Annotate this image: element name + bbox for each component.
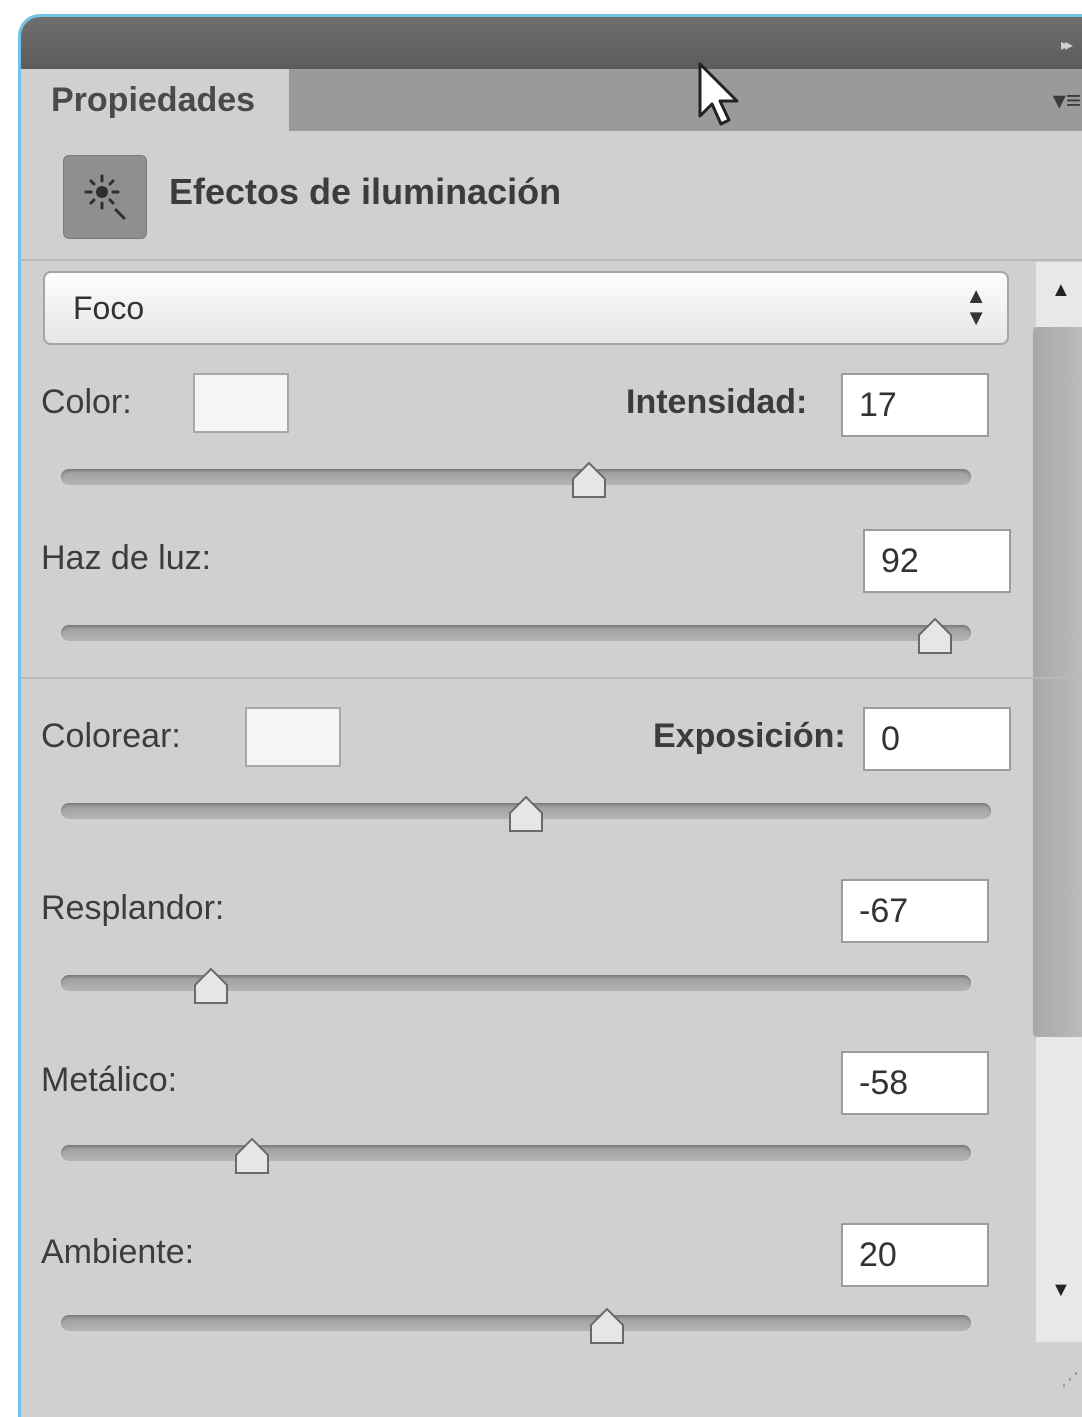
metallic-field[interactable]: -58	[841, 1051, 989, 1115]
panel-title: Efectos de iluminación	[169, 171, 562, 212]
intensity-field[interactable]: 17	[841, 373, 989, 437]
colorize-label: Colorear:	[41, 717, 181, 755]
metallic-label: Metálico:	[41, 1061, 178, 1099]
up-down-arrows-icon: ▲ ▼	[965, 283, 987, 330]
gloss-label: Resplandor:	[41, 889, 225, 927]
panel-menu-icon[interactable]: ▾≡	[1031, 83, 1081, 117]
exposure-label: Exposición:	[653, 717, 846, 755]
intensity-slider-thumb[interactable]	[569, 461, 609, 499]
resize-grip-icon[interactable]: ⋰	[1061, 1369, 1079, 1390]
hotspot-field[interactable]: 92	[863, 529, 1011, 593]
tab-label: Propiedades	[51, 80, 256, 119]
ambience-field[interactable]: 20	[841, 1223, 989, 1287]
mouse-cursor-icon	[698, 62, 739, 126]
scroll-up-arrow-icon[interactable]: ▲	[1051, 279, 1071, 302]
lighting-effects-icon[interactable]	[63, 155, 147, 239]
light-color-swatch[interactable]	[193, 373, 289, 433]
exposure-slider-thumb[interactable]	[506, 795, 546, 833]
panel-title-bar[interactable]: ▸▸	[21, 17, 1082, 69]
hotspot-slider-thumb[interactable]	[915, 617, 955, 655]
scrollbar-thumb[interactable]	[1033, 327, 1082, 1037]
double-chevron-right-icon[interactable]: ▸▸	[1061, 35, 1073, 55]
metallic-slider-track[interactable]	[61, 1145, 971, 1161]
color-label: Color:	[41, 383, 132, 421]
properties-panel: ▸▸ Propiedades ▾≡ Efectos de iluminación…	[18, 14, 1082, 1417]
metallic-slider-thumb[interactable]	[232, 1137, 272, 1175]
intensity-label: Intensidad:	[626, 383, 808, 421]
ambience-slider-thumb[interactable]	[587, 1307, 627, 1345]
ambience-slider-track[interactable]	[61, 1315, 971, 1331]
tab-row: Propiedades ▾≡	[21, 69, 1082, 131]
tab-propiedades[interactable]: Propiedades	[21, 69, 289, 131]
section-divider	[21, 677, 1082, 679]
exposure-field[interactable]: 0	[863, 707, 1011, 771]
gloss-field[interactable]: -67	[841, 879, 989, 943]
hotspot-label: Haz de luz:	[41, 539, 212, 577]
hotspot-slider-track[interactable]	[61, 625, 971, 641]
light-type-select[interactable]: Foco ▲ ▼	[43, 271, 1009, 345]
intensity-slider-track[interactable]	[61, 469, 971, 485]
light-type-value: Foco	[73, 289, 145, 326]
properties-header: Efectos de iluminación	[21, 131, 1082, 261]
scroll-down-arrow-icon[interactable]: ▼	[1051, 1279, 1071, 1302]
colorize-swatch[interactable]	[245, 707, 341, 767]
ambience-label: Ambiente:	[41, 1233, 195, 1271]
gloss-slider-thumb[interactable]	[191, 967, 231, 1005]
